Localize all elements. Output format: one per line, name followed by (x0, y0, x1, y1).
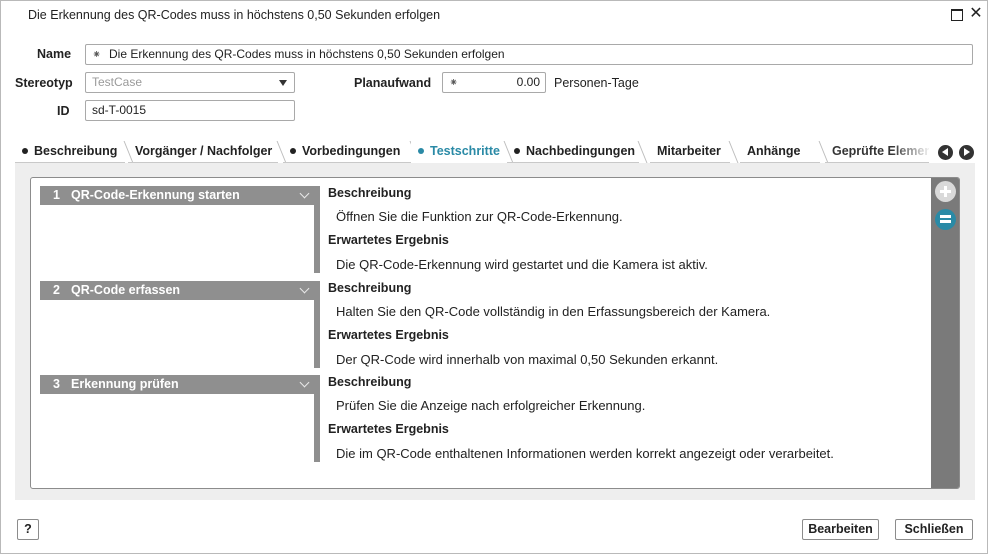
chevron-down-icon[interactable] (299, 283, 310, 294)
title-bar: Die Erkennung des QR-Codes muss in höchs… (1, 1, 987, 29)
step-expected-result: Die im QR-Code enthaltenen Informationen… (336, 446, 834, 461)
step-number: 2 (53, 283, 60, 297)
id-label: ID (57, 104, 70, 118)
test-step: 1 QR-Code-Erkennung starten Beschreibung… (31, 178, 931, 273)
id-field[interactable]: sd-T-0015 (85, 100, 295, 121)
step-header[interactable]: 1 QR-Code-Erkennung starten (40, 186, 317, 205)
chevron-right-icon[interactable] (959, 145, 974, 160)
step-number: 1 (53, 188, 60, 202)
close-icon[interactable]: ✕ (968, 6, 984, 22)
tab-vorgaenger-nachfolger[interactable]: Vorgänger / Nachfolger (128, 141, 287, 163)
stereotype-label: Stereotyp (15, 76, 73, 90)
expected-result-label: Erwartetes Ergebnis (328, 233, 449, 247)
test-step: 3 Erkennung prüfen Beschreibung Prüfen S… (31, 367, 931, 462)
tab-vorbedingungen[interactable]: Vorbedingungen (283, 141, 420, 163)
step-description: Öffnen Sie die Funktion zur QR-Code-Erke… (336, 209, 623, 224)
description-label: Beschreibung (328, 186, 412, 200)
step-toolbar (931, 178, 959, 488)
step-number: 3 (53, 377, 60, 391)
step-expected-result: Die QR-Code-Erkennung wird gestartet und… (336, 257, 708, 272)
chevron-left-icon[interactable] (938, 145, 953, 160)
window-title: Die Erkennung des QR-Codes muss in höchs… (28, 8, 441, 22)
stereotype-select[interactable]: TestCase (85, 72, 295, 93)
description-label: Beschreibung (328, 281, 412, 295)
filled-dot-icon (290, 148, 296, 154)
step-description: Halten Sie den QR-Code vollständig in de… (336, 304, 771, 319)
filled-dot-icon (514, 148, 520, 154)
step-title: Erkennung prüfen (71, 377, 179, 391)
effort-value: 0.00 (516, 75, 540, 89)
tab-nachbedingungen[interactable]: Nachbedingungen (507, 141, 648, 163)
tab-testschritte[interactable]: Testschritte (411, 141, 514, 163)
effort-label: Planaufwand (354, 76, 432, 90)
chevron-down-icon[interactable] (299, 377, 310, 388)
help-button[interactable]: ? (17, 519, 39, 540)
step-description: Prüfen Sie die Anzeige nach erfolgreiche… (336, 398, 646, 413)
step-rail (314, 281, 320, 368)
step-rail (314, 375, 320, 462)
effort-unit: Personen-Tage (554, 76, 639, 90)
test-steps-panel: 1 QR-Code-Erkennung starten Beschreibung… (30, 177, 960, 489)
expected-result-label: Erwartetes Ergebnis (328, 328, 449, 342)
name-field[interactable]: ⁕ Die Erkennung des QR-Codes muss in höch… (85, 44, 973, 65)
step-header[interactable]: 3 Erkennung prüfen (40, 375, 317, 394)
step-title: QR-Code erfassen (71, 283, 181, 297)
chevron-down-icon (279, 80, 287, 86)
close-button[interactable]: Schließen (895, 519, 973, 540)
step-rail (314, 186, 320, 273)
plus-circle-icon[interactable] (935, 181, 956, 202)
required-icon: ⁕ (92, 49, 102, 61)
stereotype-value: TestCase (92, 75, 143, 89)
expected-result-label: Erwartetes Ergebnis (328, 422, 449, 436)
step-header[interactable]: 2 QR-Code erfassen (40, 281, 317, 300)
step-title: QR-Code-Erkennung starten (71, 188, 240, 202)
tab-anhaenge[interactable]: Anhänge (740, 141, 829, 163)
edit-button[interactable]: Bearbeiten (802, 519, 879, 540)
required-icon: ⁕ (449, 77, 459, 89)
step-expected-result: Der QR-Code wird innerhalb von maximal 0… (336, 352, 719, 367)
test-step: 2 QR-Code erfassen Beschreibung Halten S… (31, 273, 931, 368)
tab-mitarbeiter[interactable]: Mitarbeiter (650, 141, 739, 163)
maximize-icon[interactable] (949, 6, 965, 22)
dialog-window: Die Erkennung des QR-Codes muss in höchs… (0, 0, 988, 554)
tab-content: 1 QR-Code-Erkennung starten Beschreibung… (15, 163, 975, 500)
list-icon[interactable] (935, 209, 956, 230)
description-label: Beschreibung (328, 375, 412, 389)
tab-bar: Beschreibung Vorgänger / Nachfolger Vorb… (15, 141, 975, 163)
tab-gepruefte-elemente[interactable]: Geprüfte Elemen (825, 141, 929, 163)
filled-dot-icon (418, 148, 424, 154)
effort-field[interactable]: ⁕ 0.00 (442, 72, 546, 93)
name-value: Die Erkennung des QR-Codes muss in höchs… (109, 47, 505, 61)
chevron-down-icon[interactable] (299, 188, 310, 199)
id-value: sd-T-0015 (92, 103, 147, 117)
tab-beschreibung[interactable]: Beschreibung (15, 141, 134, 163)
filled-dot-icon (22, 148, 28, 154)
name-label: Name (37, 47, 72, 61)
